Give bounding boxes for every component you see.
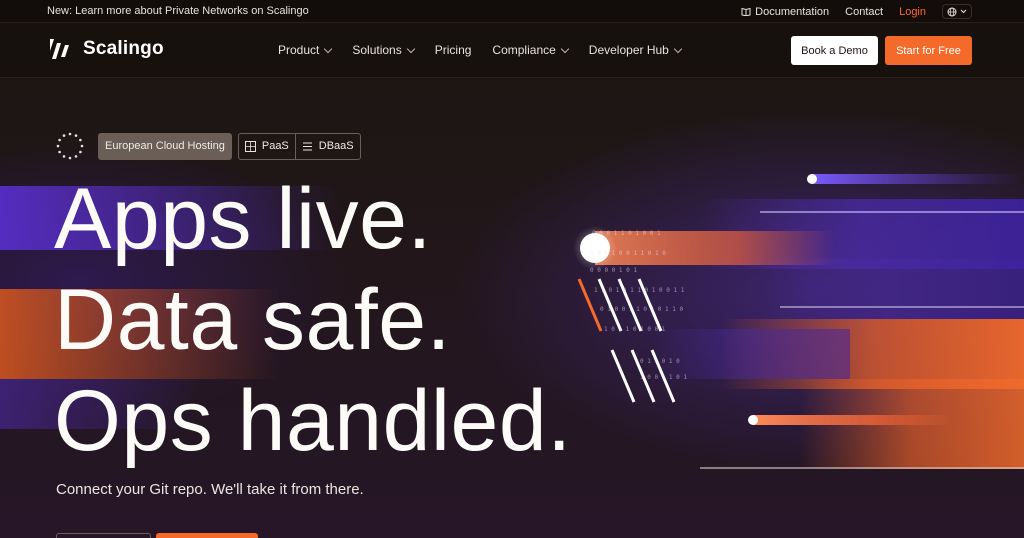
chevron-down-icon (560, 44, 570, 53)
list-icon (302, 142, 312, 150)
svg-text:1 0 0 1 1 0 1: 1 0 0 1 1 0 1 (640, 374, 687, 381)
svg-text:1 1 0 1 0 1 1 0 1 0 0 1 1: 1 1 0 1 0 1 1 0 1 0 0 1 1 (594, 287, 685, 294)
book-demo-button[interactable]: Book a Demo (791, 36, 878, 65)
badge-paas-label: PaaS (261, 140, 289, 152)
documentation-label: Documentation (755, 5, 830, 18)
globe-icon (947, 7, 957, 16)
announcement-bar: New: Learn more about Private Networks o… (0, 0, 1024, 23)
badge-dbaas: DBaaS (294, 133, 360, 159)
start-free-button[interactable]: Start for Free (885, 36, 972, 65)
nav-menu: Product Solutions Pricing Compliance Dev… (278, 43, 683, 57)
announcement-link[interactable]: New: Learn more about Private Networks o… (47, 5, 309, 17)
nav-item-solutions[interactable]: Solutions (352, 43, 415, 57)
grid-icon (244, 140, 256, 152)
hero-secondary-button[interactable] (56, 533, 151, 538)
hero-headline: Apps live. Data safe. Ops handled. (54, 169, 572, 472)
headline-line-3: Ops handled. (54, 373, 572, 469)
nav-item-pricing[interactable]: Pricing (435, 43, 472, 57)
chevron-down-icon (324, 44, 333, 53)
nav-item-label: Pricing (434, 43, 472, 57)
nav-item-label: Developer Hub (588, 43, 669, 57)
chevron-down-icon (406, 44, 415, 53)
badge-dbaas-label: DBaaS (318, 140, 354, 152)
utility-links: Documentation Contact Login (741, 4, 972, 19)
chevron-down-icon (673, 44, 683, 53)
badge-european-cloud-hosting: European Cloud Hosting (98, 132, 232, 160)
headline-line-2: Data safe. (54, 272, 451, 368)
documentation-link[interactable]: Documentation (741, 6, 829, 18)
svg-text:1 0 1 1 0 0 1 1 0 1 0: 1 0 1 1 0 0 1 1 0 1 0 (590, 250, 666, 257)
nav-item-product[interactable]: Product (278, 43, 333, 57)
svg-text:0 0 0 0 1 0 1: 0 0 0 0 1 0 1 (590, 267, 637, 274)
svg-text:0 0 0 1 1 0 1 0 0 1: 0 0 0 1 1 0 1 0 0 1 (592, 230, 661, 237)
brand-logo[interactable]: Scalingo (47, 37, 164, 61)
svg-text:0 1 1 0 1 0: 0 1 1 0 1 0 (640, 358, 680, 365)
nav-item-developer-hub[interactable]: Developer Hub (588, 43, 683, 57)
badge-group-services: PaaS DBaaS (237, 132, 361, 160)
contact-link[interactable]: Contact (845, 6, 883, 18)
hero-subtitle: Connect your Git repo. We'll take it fro… (56, 481, 364, 498)
hero-section: 0 0 0 1 1 0 1 0 0 1 1 0 1 1 0 0 1 1 0 1 … (0, 79, 1024, 538)
svg-text:0 1 0 0 1 1 0 1 0 1 1 0: 0 1 0 0 1 1 0 1 0 1 1 0 (600, 306, 683, 313)
chevron-down-icon (960, 9, 967, 14)
main-nav: Scalingo Product Solutions Pricing Compl… (0, 23, 1024, 78)
logo-mark-icon (50, 39, 69, 59)
nav-item-label: Compliance (492, 43, 556, 57)
spinner-dots-icon (56, 132, 84, 160)
login-link[interactable]: Login (899, 6, 926, 18)
svg-text:1 0 1 1 0 1 0 0 1: 1 0 1 1 0 1 0 0 1 (604, 326, 666, 333)
nav-item-label: Product (278, 43, 320, 57)
nav-item-compliance[interactable]: Compliance (492, 43, 570, 57)
hero-primary-button[interactable] (156, 533, 258, 538)
headline-line-1: Apps live. (54, 171, 432, 267)
language-selector[interactable] (942, 4, 972, 19)
brand-name: Scalingo (83, 38, 164, 59)
badge-paas: PaaS (239, 134, 295, 159)
book-icon (741, 7, 751, 16)
nav-item-label: Solutions (352, 43, 402, 57)
hero-badges: European Cloud Hosting PaaS DBaaS (56, 132, 361, 160)
